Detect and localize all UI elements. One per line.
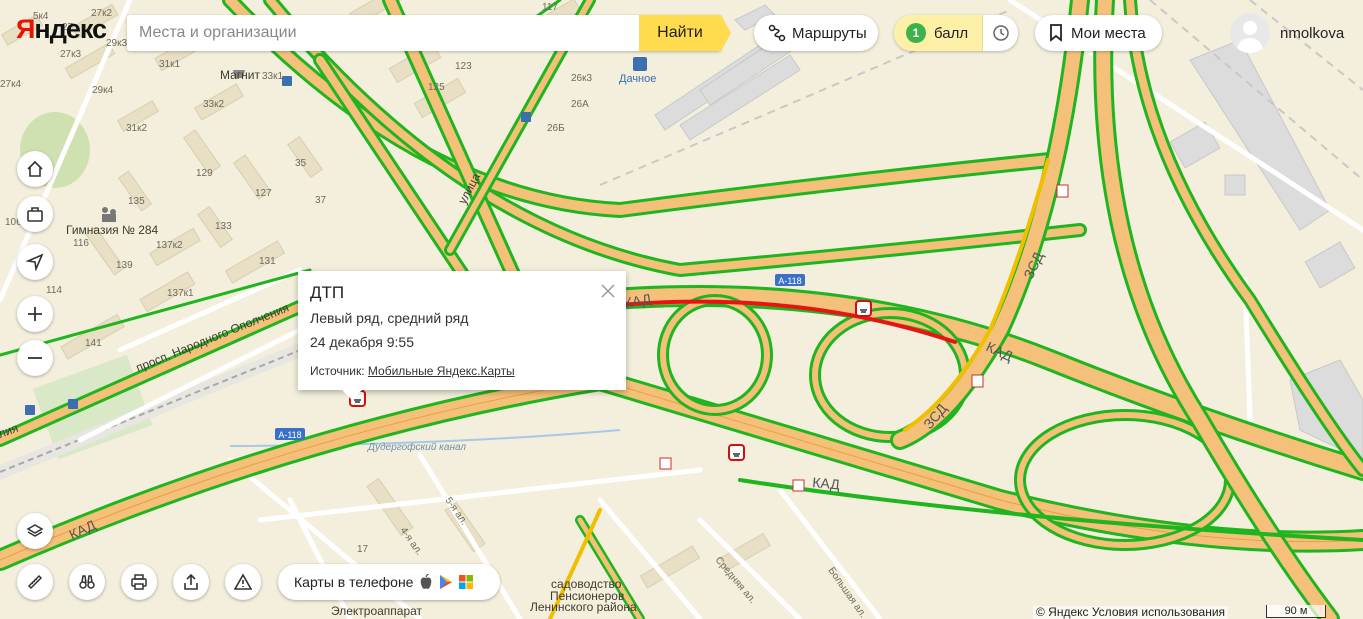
routes-label: Маршруты	[792, 24, 867, 42]
svg-text:123: 123	[455, 61, 472, 72]
svg-text:КАД: КАД	[812, 474, 841, 492]
svg-text:26к3: 26к3	[571, 73, 592, 84]
search-button[interactable]: Найти	[639, 15, 731, 51]
accident-icon[interactable]	[728, 444, 745, 461]
svg-text:17: 17	[357, 544, 369, 555]
svg-text:127: 127	[255, 188, 272, 199]
logo-text: ндекс	[34, 14, 107, 44]
svg-text:31к1: 31к1	[159, 59, 180, 70]
svg-text:139: 139	[116, 260, 133, 271]
svg-text:Ленинского района: Ленинского района	[530, 600, 637, 614]
popup-datetime: 24 декабря 9:55	[310, 334, 415, 350]
print-icon	[131, 574, 147, 590]
layers-icon	[26, 524, 44, 537]
my-places-button[interactable]: Мои места	[1035, 15, 1162, 51]
svg-text:31к2: 31к2	[126, 123, 147, 134]
svg-text:129: 129	[196, 168, 213, 179]
svg-text:33к2: 33к2	[203, 99, 224, 110]
share-icon	[184, 573, 198, 590]
svg-text:37: 37	[315, 195, 327, 206]
yandex-logo[interactable]: Яндекс	[16, 14, 107, 45]
map-canvas[interactable]: А-118 А-118 5к4 27к2 27 29к3 27к3 27к4 2…	[0, 0, 1363, 619]
mobile-apps-button[interactable]: Карты в телефоне	[278, 564, 500, 600]
svg-text:Дачное: Дачное	[619, 73, 656, 85]
my-places-label: Мои места	[1071, 24, 1146, 42]
avatar[interactable]	[1230, 13, 1270, 53]
copyright-terms[interactable]: © Яндекс Условия использования	[1033, 606, 1229, 619]
search-input[interactable]	[127, 15, 639, 51]
home-icon	[27, 160, 43, 177]
svg-text:Дудергофский канал: Дудергофский канал	[367, 441, 466, 453]
svg-text:137к1: 137к1	[167, 288, 194, 299]
username: nmolkova	[1280, 24, 1345, 42]
svg-text:26А: 26А	[571, 99, 589, 110]
svg-text:137к2: 137к2	[156, 240, 183, 251]
svg-text:Магнит: Магнит	[220, 68, 261, 82]
svg-text:135: 135	[128, 196, 145, 207]
svg-text:114: 114	[46, 285, 62, 296]
road-number-label: А-118	[278, 430, 301, 440]
google-play-icon	[440, 575, 453, 589]
ruler-button[interactable]	[17, 564, 53, 600]
zoom-in-icon	[28, 307, 42, 321]
share-button[interactable]	[173, 564, 209, 600]
report-button[interactable]	[225, 564, 261, 600]
svg-text:117: 117	[542, 2, 558, 13]
close-icon[interactable]	[600, 283, 616, 299]
briefcase-icon	[27, 207, 43, 222]
svg-text:116: 116	[73, 238, 89, 249]
popup-source-link[interactable]: Мобильные Яндекс.Карты	[368, 364, 515, 378]
svg-text:Гимназия № 284: Гимназия № 284	[66, 223, 159, 237]
svg-text:26Б: 26Б	[547, 123, 565, 134]
ruler-icon	[27, 574, 43, 590]
svg-text:Электроаппарат: Электроаппарат	[331, 604, 423, 618]
popup-source: Источник: Мобильные Яндекс.Карты	[310, 364, 515, 378]
user-avatar-icon	[1236, 21, 1264, 53]
points-count: 1	[906, 23, 926, 43]
map-scale: 90 м	[1266, 605, 1326, 618]
bookmark-icon	[1050, 24, 1062, 42]
clock-icon	[992, 25, 1009, 41]
navigate-icon	[26, 253, 44, 271]
home-button[interactable]	[17, 151, 53, 187]
warning-icon	[234, 573, 252, 590]
apple-icon	[421, 574, 432, 589]
svg-text:29к3: 29к3	[106, 38, 127, 49]
svg-text:27к3: 27к3	[60, 49, 81, 60]
windows-icon	[459, 575, 474, 589]
routes-button[interactable]: Маршруты	[754, 15, 878, 51]
route-icon	[768, 24, 786, 42]
print-button[interactable]	[121, 564, 157, 600]
points-widget[interactable]: 1 балл	[894, 15, 1018, 51]
history-button[interactable]	[983, 24, 1018, 42]
svg-text:133: 133	[215, 221, 232, 232]
zoom-out-icon	[28, 357, 42, 359]
points-label: балл	[934, 24, 969, 42]
binoculars-icon	[79, 575, 95, 589]
zoom-in-button[interactable]	[17, 296, 53, 332]
popup-lanes: Левый ряд, средний ряд	[310, 310, 469, 326]
popup-title: ДТП	[310, 283, 345, 302]
user-menu[interactable]: nmolkova	[1230, 13, 1344, 53]
incident-popup: ДТП Левый ряд, средний ряд 24 декабря 9:…	[298, 271, 626, 400]
points-badge[interactable]: 1 балл	[894, 15, 984, 51]
work-button[interactable]	[17, 196, 53, 232]
svg-text:35: 35	[295, 158, 307, 169]
mobile-apps-label: Карты в телефоне	[294, 574, 414, 590]
svg-text:141: 141	[85, 338, 102, 349]
svg-text:27к4: 27к4	[0, 79, 21, 90]
popup-source-label: Источник:	[310, 364, 368, 378]
accident-icon[interactable]	[855, 300, 872, 317]
search-bar: Найти	[127, 15, 731, 51]
zoom-out-button[interactable]	[17, 340, 53, 376]
layers-button[interactable]	[17, 513, 53, 549]
svg-text:33к1: 33к1	[262, 71, 283, 82]
locate-me-button[interactable]	[17, 244, 53, 280]
svg-text:125: 125	[428, 82, 445, 93]
road-number-label: А-118	[778, 276, 801, 286]
svg-text:29к4: 29к4	[92, 85, 113, 96]
panorama-button[interactable]	[69, 564, 105, 600]
logo-first-letter: Я	[16, 14, 35, 44]
svg-text:131: 131	[259, 256, 276, 267]
